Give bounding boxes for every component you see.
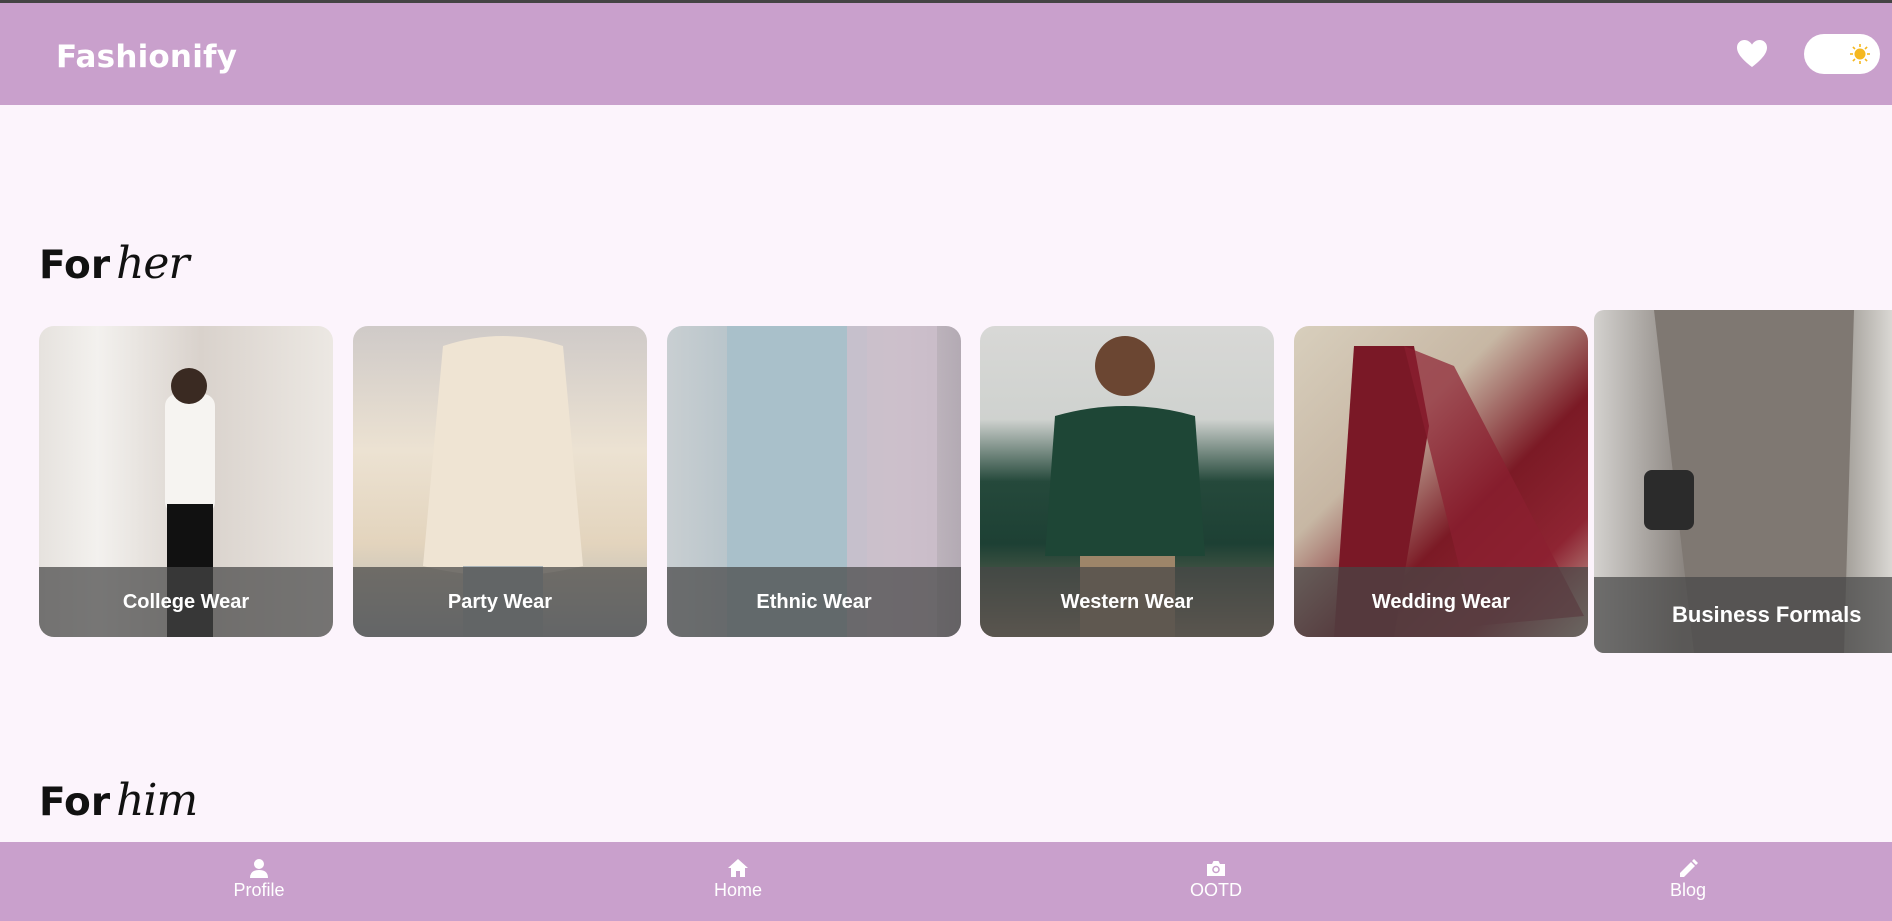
nav-label: Home — [713, 880, 762, 900]
home-icon — [728, 859, 748, 877]
section-title-him: For him — [39, 775, 198, 826]
category-label: Business Formals — [1594, 577, 1892, 653]
nav-blog[interactable]: Blog — [1618, 858, 1758, 901]
brand-logo[interactable]: Fashionify — [56, 39, 237, 75]
nav-home[interactable]: Home — [668, 858, 808, 901]
category-label: Wedding Wear — [1294, 567, 1588, 637]
category-card-ethnic-wear[interactable]: Ethnic Wear — [667, 326, 961, 637]
camera-icon — [1207, 861, 1225, 876]
bottom-navigation: Profile Home OOTD Blog — [0, 842, 1892, 921]
category-card-western-wear[interactable]: Western Wear — [980, 326, 1274, 637]
favorites-button[interactable] — [1736, 39, 1768, 69]
category-label: College Wear — [39, 567, 333, 637]
sun-icon — [1850, 44, 1870, 64]
user-icon — [250, 859, 268, 878]
section-title-script: him — [116, 775, 198, 826]
nav-profile[interactable]: Profile — [189, 858, 329, 901]
nav-label: Blog — [1669, 880, 1707, 900]
nav-label: OOTD — [1190, 880, 1242, 900]
section-title-her: For her — [39, 238, 190, 289]
category-card-college-wear[interactable]: College Wear — [39, 326, 333, 637]
section-title-script: her — [116, 238, 189, 289]
app-header: Fashionify — [0, 3, 1892, 105]
category-card-party-wear[interactable]: Party Wear — [353, 326, 647, 637]
category-label: Western Wear — [980, 567, 1274, 637]
heart-icon — [1737, 40, 1767, 67]
category-label: Ethnic Wear — [667, 567, 961, 637]
section-title-prefix: For — [39, 243, 111, 288]
category-card-wedding-wear[interactable]: Wedding Wear — [1294, 326, 1588, 637]
category-card-business-formals[interactable]: Business Formals — [1594, 310, 1892, 653]
nav-label: Profile — [233, 880, 285, 900]
pencil-icon — [1680, 859, 1698, 877]
section-title-prefix: For — [39, 780, 111, 825]
theme-toggle[interactable] — [1804, 34, 1880, 74]
nav-ootd[interactable]: OOTD — [1146, 858, 1286, 901]
category-label: Party Wear — [353, 567, 647, 637]
